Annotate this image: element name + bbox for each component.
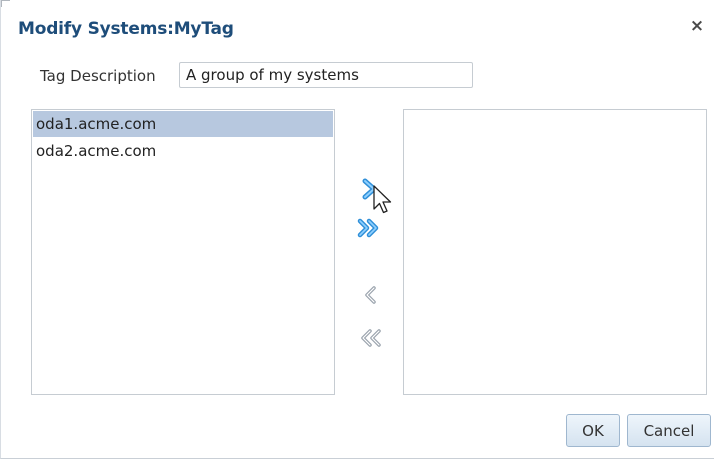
list-item[interactable]: oda2.acme.com [33,138,333,164]
modify-systems-dialog: Modify Systems:MyTag × Tag Description o… [0,0,714,459]
close-icon[interactable]: × [688,16,706,36]
move-left-button[interactable] [353,281,387,309]
dialog-title: Modify Systems:MyTag [18,19,234,39]
move-right-button[interactable] [353,175,387,203]
move-right-icon [362,178,377,200]
move-all-right-button[interactable] [353,214,387,242]
resize-corner [1,0,10,7]
move-all-left-icon [361,329,381,347]
tag-description-label: Tag Description [40,67,156,85]
list-item[interactable]: oda1.acme.com [33,111,333,137]
tag-description-input[interactable] [179,62,473,88]
cancel-button[interactable]: Cancel [627,414,711,447]
available-systems-list[interactable]: oda1.acme.com oda2.acme.com [31,109,335,395]
move-all-left-button[interactable] [353,324,387,352]
selected-systems-list[interactable] [403,109,707,395]
move-all-right-icon [357,218,379,238]
move-left-icon [365,286,376,304]
ok-button[interactable]: OK [566,414,620,447]
